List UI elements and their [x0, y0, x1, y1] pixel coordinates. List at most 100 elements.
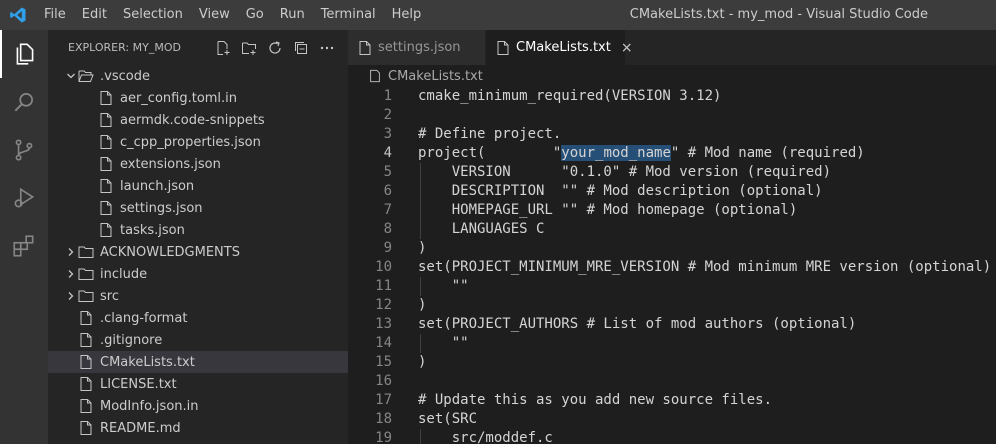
line-number: 4	[383, 145, 392, 161]
code-line: 8 LANGUAGES C	[348, 220, 996, 239]
menu-item-file[interactable]: File	[36, 0, 74, 30]
folder-include[interactable]: include	[48, 263, 348, 285]
menu-item-edit[interactable]: Edit	[74, 0, 115, 30]
folder-vscode[interactable]: .vscode	[48, 65, 348, 87]
code-line: 7 HOMEPAGE_URL "" # Mod homepage (option…	[348, 201, 996, 220]
folder-src[interactable]: src	[48, 285, 348, 307]
file-tasks-json[interactable]: tasks.json	[48, 219, 348, 241]
file-icon	[78, 420, 94, 436]
code-line: 18 set(SRC	[348, 410, 996, 429]
file-aermdk-code-snippets[interactable]: aermdk.code-snippets	[48, 109, 348, 131]
extensions-icon[interactable]	[0, 222, 48, 270]
code-text: LANGUAGES C	[418, 221, 545, 237]
tree-item-label: extensions.json	[120, 156, 221, 172]
line-number: 1	[383, 88, 392, 104]
tree-item-label: include	[100, 266, 148, 282]
code-editor[interactable]: 1 cmake_minimum_required(VERSION 3.12) 2 3 #…	[348, 87, 996, 444]
code-text: set(PROJECT_AUTHORS # List of mod author…	[418, 316, 857, 332]
close-icon[interactable]: ×	[621, 40, 633, 56]
code-text: VERSION "0.1.0" # Mod version (required)	[418, 164, 832, 180]
chevron-right-icon	[64, 247, 78, 257]
code-line: 12)	[348, 296, 996, 315]
file-settings-json[interactable]: settings.json	[48, 197, 348, 219]
file-extensions-json[interactable]: extensions.json	[48, 153, 348, 175]
file-icon	[496, 40, 510, 56]
folder-icon	[78, 288, 94, 304]
new-folder-icon[interactable]	[236, 40, 262, 56]
search-icon[interactable]	[0, 78, 48, 126]
code-line: 15)	[348, 353, 996, 372]
code-text: project( "your_mod_name" # Mod name (req…	[418, 144, 865, 163]
code-line: 5 VERSION "0.1.0" # Mod version (require…	[348, 163, 996, 182]
menu-item-go[interactable]: Go	[238, 0, 272, 30]
run-debug-icon[interactable]	[0, 174, 48, 222]
tree-item-label: ACKNOWLEDGMENTS	[100, 244, 240, 260]
file-icon	[78, 398, 94, 414]
code-text: # Define project.	[418, 126, 562, 142]
line-number: 16	[375, 373, 392, 389]
code-line: 17 # Update this as you add new source fi…	[348, 391, 996, 410]
tab-cmakelists-txt[interactable]: CMakeLists.txt ×	[486, 30, 633, 65]
file-readme-md[interactable]: README.md	[48, 417, 348, 439]
collapse-all-icon[interactable]	[288, 40, 314, 56]
new-file-icon[interactable]	[210, 40, 236, 56]
code-line: 11 ""	[348, 277, 996, 296]
tree-item-label: launch.json	[120, 178, 195, 194]
explorer-icon[interactable]	[0, 30, 48, 78]
more-icon[interactable]	[314, 40, 340, 56]
file-clang-format[interactable]: .clang-format	[48, 307, 348, 329]
breadcrumb-file[interactable]: CMakeLists.txt	[388, 69, 483, 84]
line-number: 12	[375, 297, 392, 313]
menu-item-help[interactable]: Help	[384, 0, 430, 30]
code-text-after: " # Mod name (required)	[670, 145, 865, 161]
tree-item-label: README.md	[100, 420, 181, 436]
file-launch-json[interactable]: launch.json	[48, 175, 348, 197]
line-number: 9	[383, 240, 392, 256]
file-icon	[368, 69, 382, 83]
file-icon	[78, 354, 94, 370]
code-text: cmake_minimum_required(VERSION 3.12)	[418, 88, 722, 104]
explorer-sidebar: EXPLORER: MY_MOD .vscode aer_config.toml.…	[48, 30, 348, 444]
breadcrumb[interactable]: CMakeLists.txt	[348, 65, 996, 87]
line-number: 3	[383, 126, 392, 142]
tree-item-label: src	[100, 288, 119, 304]
code-text: )	[418, 240, 427, 256]
file-modinfo-json-in[interactable]: ModInfo.json.in	[48, 395, 348, 417]
code-line: 1 cmake_minimum_required(VERSION 3.12)	[348, 87, 996, 106]
folder-acknowledgments[interactable]: ACKNOWLEDGMENTS	[48, 241, 348, 263]
file-c-cpp-properties-json[interactable]: c_cpp_properties.json	[48, 131, 348, 153]
file-icon	[98, 156, 114, 172]
line-number: 6	[383, 183, 392, 199]
folder-icon	[78, 266, 94, 282]
tab-label: settings.json	[378, 40, 461, 55]
code-text: ""	[418, 335, 469, 351]
tree-item-label: LICENSE.txt	[100, 376, 177, 392]
file-gitignore[interactable]: .gitignore	[48, 329, 348, 351]
indent-guide	[420, 277, 421, 296]
code-line: 10 set(PROJECT_MINIMUM_MRE_VERSION # Mod …	[348, 258, 996, 277]
code-text: src/moddef.c	[418, 430, 553, 444]
tree-item-label: ModInfo.json.in	[100, 398, 199, 414]
code-text: HOMEPAGE_URL "" # Mod homepage (optional…	[418, 202, 798, 218]
file-icon	[98, 178, 114, 194]
file-icon	[78, 310, 94, 326]
file-cmakelists-txt[interactable]: CMakeLists.txt	[48, 351, 348, 373]
refresh-icon[interactable]	[262, 40, 288, 56]
tab-settings-json[interactable]: settings.json	[348, 30, 486, 65]
menu-item-selection[interactable]: Selection	[115, 0, 191, 30]
tree-item-label: CMakeLists.txt	[100, 354, 195, 370]
title-bar: File Edit Selection View Go Run Terminal Help C…	[0, 0, 996, 30]
file-aer-config-toml-in[interactable]: aer_config.toml.in	[48, 87, 348, 109]
file-license-txt[interactable]: LICENSE.txt	[48, 373, 348, 395]
indent-guide	[420, 334, 421, 353]
tree-item-label: aermdk.code-snippets	[120, 112, 265, 128]
file-icon	[98, 222, 114, 238]
activity-bar	[0, 30, 48, 444]
code-line: 6 DESCRIPTION "" # Mod description (opti…	[348, 182, 996, 201]
menu-item-view[interactable]: View	[191, 0, 238, 30]
source-control-icon[interactable]	[0, 126, 48, 174]
window-title: CMakeLists.txt - my_mod - Visual Studio …	[629, 7, 928, 22]
menu-item-terminal[interactable]: Terminal	[313, 0, 384, 30]
menu-item-run[interactable]: Run	[272, 0, 313, 30]
explorer-header: EXPLORER: MY_MOD	[48, 30, 348, 65]
